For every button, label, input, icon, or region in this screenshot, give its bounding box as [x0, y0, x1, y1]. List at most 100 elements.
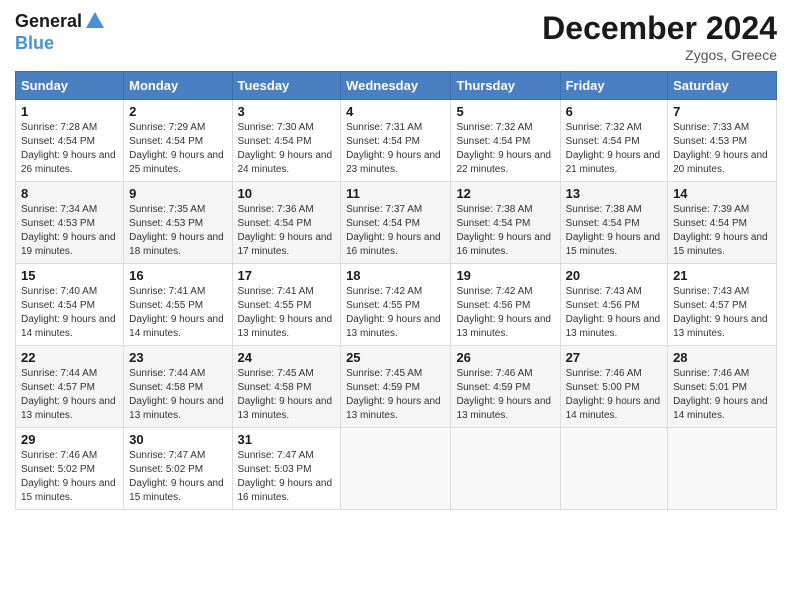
calendar-cell: 22 Sunrise: 7:44 AM Sunset: 4:57 PM Dayl…	[16, 346, 124, 428]
day-info: Sunrise: 7:47 AM Sunset: 5:03 PM Dayligh…	[238, 449, 336, 505]
day-number: 21	[673, 268, 771, 283]
day-info: Sunrise: 7:41 AM Sunset: 4:55 PM Dayligh…	[129, 285, 226, 341]
calendar-cell: 25 Sunrise: 7:45 AM Sunset: 4:59 PM Dayl…	[341, 346, 451, 428]
calendar-cell: 19 Sunrise: 7:42 AM Sunset: 4:56 PM Dayl…	[451, 264, 560, 346]
calendar-cell	[668, 428, 777, 510]
day-info: Sunrise: 7:44 AM Sunset: 4:57 PM Dayligh…	[21, 367, 118, 423]
day-info: Sunrise: 7:35 AM Sunset: 4:53 PM Dayligh…	[129, 203, 226, 259]
header: General Blue December 2024 Zygos, Greece	[15, 10, 777, 63]
day-info: Sunrise: 7:38 AM Sunset: 4:54 PM Dayligh…	[456, 203, 554, 259]
calendar-cell	[560, 428, 667, 510]
day-info: Sunrise: 7:43 AM Sunset: 4:57 PM Dayligh…	[673, 285, 771, 341]
day-info: Sunrise: 7:42 AM Sunset: 4:55 PM Dayligh…	[346, 285, 445, 341]
calendar-body: 1 Sunrise: 7:28 AM Sunset: 4:54 PM Dayli…	[16, 100, 777, 510]
day-number: 6	[566, 104, 662, 119]
calendar-week-4: 22 Sunrise: 7:44 AM Sunset: 4:57 PM Dayl…	[16, 346, 777, 428]
page-container: General Blue December 2024 Zygos, Greece…	[0, 0, 792, 520]
calendar-cell: 1 Sunrise: 7:28 AM Sunset: 4:54 PM Dayli…	[16, 100, 124, 182]
day-number: 27	[566, 350, 662, 365]
day-info: Sunrise: 7:46 AM Sunset: 5:00 PM Dayligh…	[566, 367, 662, 423]
day-number: 11	[346, 186, 445, 201]
calendar-cell	[451, 428, 560, 510]
day-info: Sunrise: 7:38 AM Sunset: 4:54 PM Dayligh…	[566, 203, 662, 259]
day-number: 18	[346, 268, 445, 283]
logo-icon	[84, 10, 106, 32]
day-info: Sunrise: 7:30 AM Sunset: 4:54 PM Dayligh…	[238, 121, 336, 177]
day-number: 28	[673, 350, 771, 365]
calendar-cell: 12 Sunrise: 7:38 AM Sunset: 4:54 PM Dayl…	[451, 182, 560, 264]
calendar-week-5: 29 Sunrise: 7:46 AM Sunset: 5:02 PM Dayl…	[16, 428, 777, 510]
calendar-header-wednesday: Wednesday	[341, 72, 451, 100]
calendar-cell: 16 Sunrise: 7:41 AM Sunset: 4:55 PM Dayl…	[124, 264, 232, 346]
calendar-cell: 5 Sunrise: 7:32 AM Sunset: 4:54 PM Dayli…	[451, 100, 560, 182]
calendar-cell: 17 Sunrise: 7:41 AM Sunset: 4:55 PM Dayl…	[232, 264, 341, 346]
calendar-cell: 30 Sunrise: 7:47 AM Sunset: 5:02 PM Dayl…	[124, 428, 232, 510]
day-number: 29	[21, 432, 118, 447]
calendar-week-3: 15 Sunrise: 7:40 AM Sunset: 4:54 PM Dayl…	[16, 264, 777, 346]
day-info: Sunrise: 7:39 AM Sunset: 4:54 PM Dayligh…	[673, 203, 771, 259]
day-number: 25	[346, 350, 445, 365]
calendar-cell: 15 Sunrise: 7:40 AM Sunset: 4:54 PM Dayl…	[16, 264, 124, 346]
day-number: 2	[129, 104, 226, 119]
calendar-header-tuesday: Tuesday	[232, 72, 341, 100]
day-info: Sunrise: 7:46 AM Sunset: 4:59 PM Dayligh…	[456, 367, 554, 423]
month-title: December 2024	[542, 10, 777, 47]
day-number: 23	[129, 350, 226, 365]
title-area: December 2024 Zygos, Greece	[542, 10, 777, 63]
day-info: Sunrise: 7:37 AM Sunset: 4:54 PM Dayligh…	[346, 203, 445, 259]
calendar-cell: 20 Sunrise: 7:43 AM Sunset: 4:56 PM Dayl…	[560, 264, 667, 346]
day-number: 1	[21, 104, 118, 119]
calendar-header-row: SundayMondayTuesdayWednesdayThursdayFrid…	[16, 72, 777, 100]
day-info: Sunrise: 7:45 AM Sunset: 4:59 PM Dayligh…	[346, 367, 445, 423]
calendar-cell: 14 Sunrise: 7:39 AM Sunset: 4:54 PM Dayl…	[668, 182, 777, 264]
day-info: Sunrise: 7:41 AM Sunset: 4:55 PM Dayligh…	[238, 285, 336, 341]
day-info: Sunrise: 7:33 AM Sunset: 4:53 PM Dayligh…	[673, 121, 771, 177]
calendar-header-friday: Friday	[560, 72, 667, 100]
day-info: Sunrise: 7:32 AM Sunset: 4:54 PM Dayligh…	[566, 121, 662, 177]
calendar-cell: 31 Sunrise: 7:47 AM Sunset: 5:03 PM Dayl…	[232, 428, 341, 510]
calendar-header-saturday: Saturday	[668, 72, 777, 100]
day-number: 12	[456, 186, 554, 201]
day-info: Sunrise: 7:28 AM Sunset: 4:54 PM Dayligh…	[21, 121, 118, 177]
day-number: 17	[238, 268, 336, 283]
day-info: Sunrise: 7:46 AM Sunset: 5:01 PM Dayligh…	[673, 367, 771, 423]
day-number: 10	[238, 186, 336, 201]
day-info: Sunrise: 7:40 AM Sunset: 4:54 PM Dayligh…	[21, 285, 118, 341]
day-number: 9	[129, 186, 226, 201]
calendar-header-sunday: Sunday	[16, 72, 124, 100]
day-number: 7	[673, 104, 771, 119]
day-number: 16	[129, 268, 226, 283]
day-number: 31	[238, 432, 336, 447]
calendar-cell: 11 Sunrise: 7:37 AM Sunset: 4:54 PM Dayl…	[341, 182, 451, 264]
logo-blue: Blue	[15, 34, 106, 54]
day-info: Sunrise: 7:42 AM Sunset: 4:56 PM Dayligh…	[456, 285, 554, 341]
calendar-cell: 24 Sunrise: 7:45 AM Sunset: 4:58 PM Dayl…	[232, 346, 341, 428]
calendar-cell: 18 Sunrise: 7:42 AM Sunset: 4:55 PM Dayl…	[341, 264, 451, 346]
day-number: 26	[456, 350, 554, 365]
calendar-cell: 9 Sunrise: 7:35 AM Sunset: 4:53 PM Dayli…	[124, 182, 232, 264]
calendar-cell: 4 Sunrise: 7:31 AM Sunset: 4:54 PM Dayli…	[341, 100, 451, 182]
calendar-cell: 2 Sunrise: 7:29 AM Sunset: 4:54 PM Dayli…	[124, 100, 232, 182]
day-number: 20	[566, 268, 662, 283]
day-info: Sunrise: 7:31 AM Sunset: 4:54 PM Dayligh…	[346, 121, 445, 177]
day-info: Sunrise: 7:44 AM Sunset: 4:58 PM Dayligh…	[129, 367, 226, 423]
calendar-cell: 3 Sunrise: 7:30 AM Sunset: 4:54 PM Dayli…	[232, 100, 341, 182]
calendar-week-1: 1 Sunrise: 7:28 AM Sunset: 4:54 PM Dayli…	[16, 100, 777, 182]
calendar-cell: 8 Sunrise: 7:34 AM Sunset: 4:53 PM Dayli…	[16, 182, 124, 264]
day-number: 22	[21, 350, 118, 365]
calendar-cell: 10 Sunrise: 7:36 AM Sunset: 4:54 PM Dayl…	[232, 182, 341, 264]
day-number: 8	[21, 186, 118, 201]
calendar-cell: 23 Sunrise: 7:44 AM Sunset: 4:58 PM Dayl…	[124, 346, 232, 428]
day-number: 13	[566, 186, 662, 201]
calendar-cell: 13 Sunrise: 7:38 AM Sunset: 4:54 PM Dayl…	[560, 182, 667, 264]
day-info: Sunrise: 7:34 AM Sunset: 4:53 PM Dayligh…	[21, 203, 118, 259]
calendar-cell: 7 Sunrise: 7:33 AM Sunset: 4:53 PM Dayli…	[668, 100, 777, 182]
logo-text: General	[15, 10, 106, 34]
day-info: Sunrise: 7:45 AM Sunset: 4:58 PM Dayligh…	[238, 367, 336, 423]
day-number: 3	[238, 104, 336, 119]
day-info: Sunrise: 7:43 AM Sunset: 4:56 PM Dayligh…	[566, 285, 662, 341]
day-info: Sunrise: 7:47 AM Sunset: 5:02 PM Dayligh…	[129, 449, 226, 505]
calendar-cell: 27 Sunrise: 7:46 AM Sunset: 5:00 PM Dayl…	[560, 346, 667, 428]
calendar-week-2: 8 Sunrise: 7:34 AM Sunset: 4:53 PM Dayli…	[16, 182, 777, 264]
day-number: 5	[456, 104, 554, 119]
